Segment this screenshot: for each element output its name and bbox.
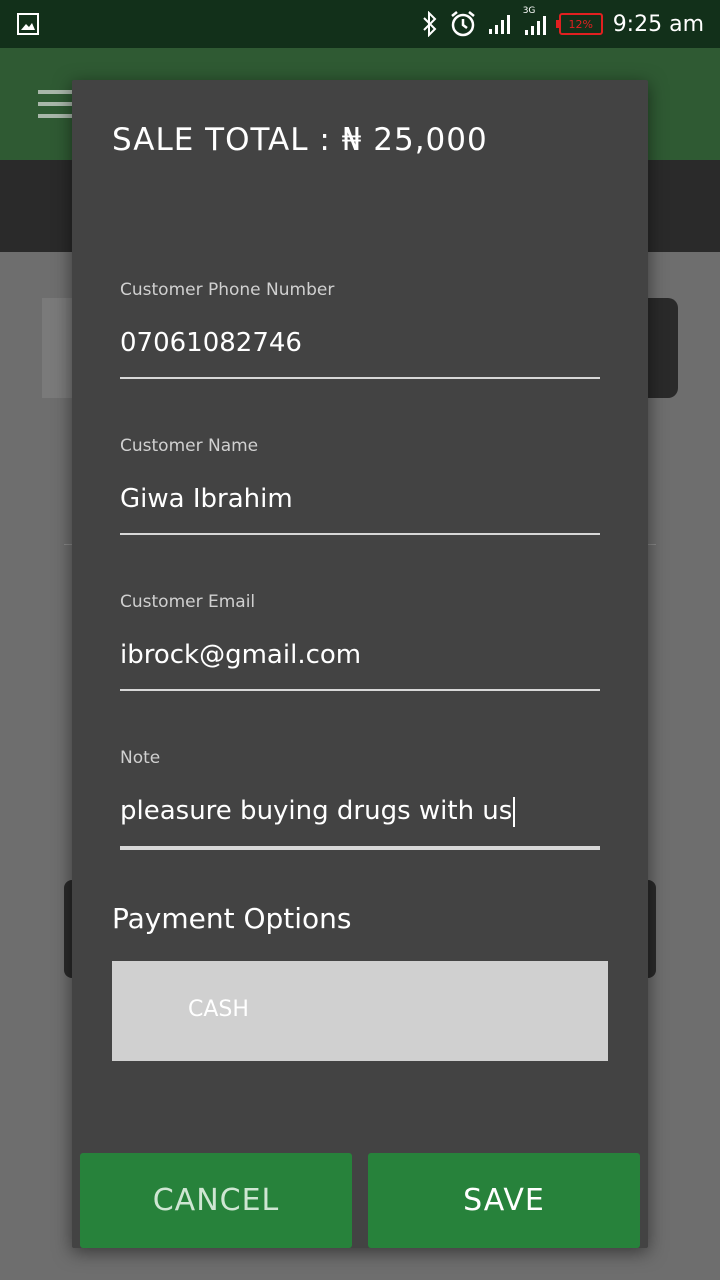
field-underline <box>120 377 600 379</box>
payment-option-cash[interactable]: CASH <box>112 961 608 1061</box>
customer-phone-field[interactable]: Customer Phone Number 07061082746 <box>120 280 600 379</box>
field-label: Note <box>120 748 161 768</box>
image-icon <box>17 13 39 35</box>
signal-icon <box>488 15 510 34</box>
note-input[interactable]: pleasure buying drugs with us <box>120 796 600 832</box>
sale-total-title: SALE TOTAL : ₦ 25,000 <box>112 122 488 158</box>
payment-options-title: Payment Options <box>112 902 352 935</box>
status-bar: 3G 12% 9:25 am <box>0 0 720 48</box>
status-time: 9:25 am <box>612 11 704 37</box>
customer-email-field[interactable]: Customer Email ibrock@gmail.com <box>120 592 600 691</box>
battery-level: 12% <box>568 17 593 31</box>
field-label: Customer Name <box>120 436 259 456</box>
text-caret <box>513 796 516 827</box>
field-underline <box>120 689 600 691</box>
customer-name-input[interactable]: Giwa Ibrahim <box>120 484 600 520</box>
field-label: Customer Email <box>120 592 256 612</box>
customer-name-field[interactable]: Customer Name Giwa Ibrahim <box>120 436 600 535</box>
field-underline <box>120 533 600 535</box>
note-text: pleasure buying drugs with us <box>120 796 513 826</box>
alarm-icon <box>450 11 475 37</box>
battery-icon: 12% <box>555 13 603 35</box>
save-button[interactable]: SAVE <box>368 1153 640 1248</box>
customer-phone-input[interactable]: 07061082746 <box>120 328 600 364</box>
cancel-button[interactable]: CANCEL <box>80 1153 352 1248</box>
note-field[interactable]: Note pleasure buying drugs with us <box>120 748 600 850</box>
bluetooth-icon <box>422 11 437 37</box>
payment-option-label: CASH <box>188 997 249 1022</box>
field-underline-active <box>120 846 600 850</box>
field-label: Customer Phone Number <box>120 280 335 300</box>
customer-email-input[interactable]: ibrock@gmail.com <box>120 640 600 676</box>
sale-dialog: SALE TOTAL : ₦ 25,000 Customer Phone Num… <box>72 80 648 1248</box>
signal-3g-icon: 3G <box>523 6 549 36</box>
